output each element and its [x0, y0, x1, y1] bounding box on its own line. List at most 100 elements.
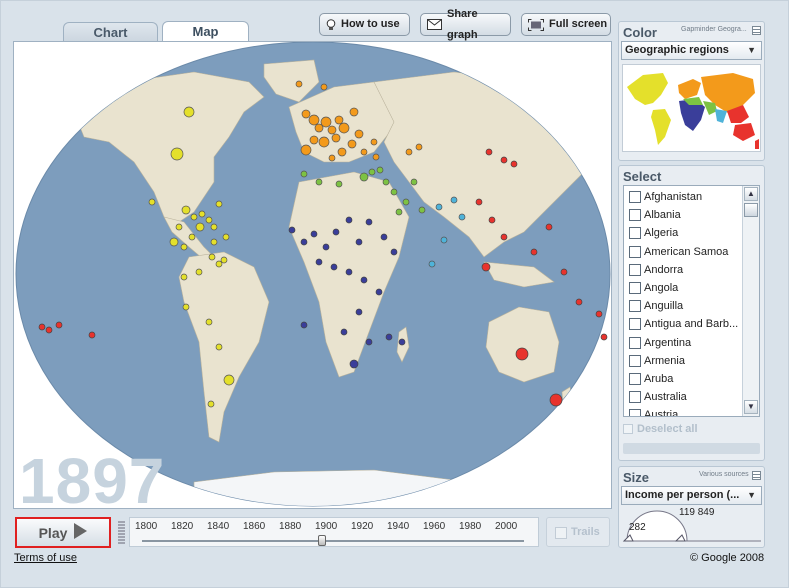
bubble[interactable]: [575, 298, 583, 306]
bubble[interactable]: [315, 258, 323, 266]
list-item[interactable]: Armenia: [626, 352, 744, 370]
scroll-down-icon[interactable]: ▼: [744, 400, 758, 414]
deselect-all-button[interactable]: Deselect all: [623, 421, 698, 437]
bubble[interactable]: [315, 178, 323, 186]
bubble[interactable]: [320, 116, 332, 128]
bubble[interactable]: [175, 223, 183, 231]
list-item[interactable]: Afghanistan: [626, 188, 744, 206]
bubble[interactable]: [215, 200, 223, 208]
bubble[interactable]: [215, 343, 223, 351]
size-dropdown[interactable]: Income per person (... ▼: [621, 486, 762, 505]
checkbox[interactable]: [629, 191, 641, 203]
bubble[interactable]: [415, 143, 423, 151]
region-color-legend-map[interactable]: [622, 64, 761, 152]
settings-icon[interactable]: [752, 471, 761, 480]
bubble[interactable]: [382, 178, 390, 186]
bubble[interactable]: [148, 198, 156, 206]
bubble[interactable]: [45, 326, 53, 334]
bubble[interactable]: [428, 260, 436, 268]
bubble[interactable]: [481, 262, 491, 272]
bubble[interactable]: [295, 80, 303, 88]
terms-of-use-link[interactable]: Terms of use: [14, 552, 77, 564]
bubble[interactable]: [372, 153, 380, 161]
bubble[interactable]: [208, 253, 216, 261]
list-item[interactable]: Antigua and Barb...: [626, 315, 744, 333]
timeline-slider[interactable]: 1800 1820 1840 1860 1880 1900 1920 1940 …: [129, 517, 539, 547]
bubble[interactable]: [310, 230, 318, 238]
bubble[interactable]: [365, 338, 373, 346]
bubble[interactable]: [365, 218, 373, 226]
bubble[interactable]: [188, 233, 196, 241]
bubble[interactable]: [335, 180, 343, 188]
checkbox[interactable]: [629, 318, 641, 330]
checkbox[interactable]: [629, 209, 641, 221]
bubble[interactable]: [370, 138, 378, 146]
scroll-up-icon[interactable]: ▲: [744, 187, 758, 201]
bubble-canada[interactable]: [183, 106, 195, 118]
bubble[interactable]: [380, 233, 388, 241]
bubble[interactable]: [340, 328, 348, 336]
bubble[interactable]: [181, 205, 191, 215]
checkbox[interactable]: [629, 227, 641, 239]
bubble[interactable]: [385, 333, 393, 341]
list-item[interactable]: Argentina: [626, 334, 744, 352]
bubble[interactable]: [488, 216, 496, 224]
bubble[interactable]: [195, 222, 205, 232]
list-item[interactable]: American Samoa: [626, 243, 744, 261]
bubble[interactable]: [458, 213, 466, 221]
bubble[interactable]: [405, 148, 413, 156]
play-button[interactable]: Play: [15, 517, 111, 548]
list-item[interactable]: Angola: [626, 279, 744, 297]
bubble[interactable]: [301, 109, 311, 119]
full-screen-button[interactable]: Full screen: [521, 13, 611, 36]
bubble[interactable]: [327, 125, 337, 135]
checkbox[interactable]: [629, 264, 641, 276]
timeline-thumb[interactable]: [318, 535, 326, 546]
checkbox[interactable]: [629, 391, 641, 403]
bubble[interactable]: [355, 308, 363, 316]
checkbox[interactable]: [629, 355, 641, 367]
bubble[interactable]: [398, 338, 406, 346]
share-graph-button[interactable]: Share graph: [420, 8, 511, 41]
bubble[interactable]: [500, 156, 508, 164]
bubble-australia[interactable]: [515, 347, 529, 361]
world-map[interactable]: [14, 42, 612, 509]
bubble[interactable]: [376, 166, 384, 174]
bubble[interactable]: [331, 133, 341, 143]
bubble[interactable]: [410, 178, 418, 186]
bubble[interactable]: [207, 400, 215, 408]
bubble[interactable]: [530, 248, 538, 256]
bubble[interactable]: [195, 268, 203, 276]
bubble[interactable]: [330, 263, 338, 271]
bubble[interactable]: [440, 236, 448, 244]
bubble[interactable]: [402, 198, 410, 206]
bubble[interactable]: [510, 160, 518, 168]
list-item[interactable]: Algeria: [626, 224, 744, 242]
bubble[interactable]: [300, 170, 308, 178]
bubble[interactable]: [435, 203, 443, 211]
bubble[interactable]: [198, 210, 206, 218]
bubble[interactable]: [210, 238, 218, 246]
bubble[interactable]: [390, 188, 398, 196]
bubble[interactable]: [595, 310, 603, 318]
bubble[interactable]: [288, 226, 296, 234]
bubble[interactable]: [308, 114, 320, 126]
bubble[interactable]: [354, 129, 364, 139]
checkbox[interactable]: [629, 246, 641, 258]
bubble[interactable]: [345, 268, 353, 276]
bubble[interactable]: [347, 139, 357, 149]
bubble[interactable]: [332, 228, 340, 236]
bubble[interactable]: [205, 216, 213, 224]
bubble-new-zealand[interactable]: [549, 393, 563, 407]
bubble[interactable]: [560, 268, 568, 276]
bubble[interactable]: [345, 216, 353, 224]
checkbox[interactable]: [629, 337, 641, 349]
checkbox[interactable]: [629, 300, 641, 312]
scroll-thumb[interactable]: [744, 203, 758, 217]
bubble[interactable]: [375, 288, 383, 296]
bubble[interactable]: [205, 318, 213, 326]
bubble[interactable]: [475, 198, 483, 206]
checkbox[interactable]: [629, 282, 641, 294]
bubble[interactable]: [320, 83, 328, 91]
list-scrollbar[interactable]: ▲ ▼: [742, 186, 759, 416]
